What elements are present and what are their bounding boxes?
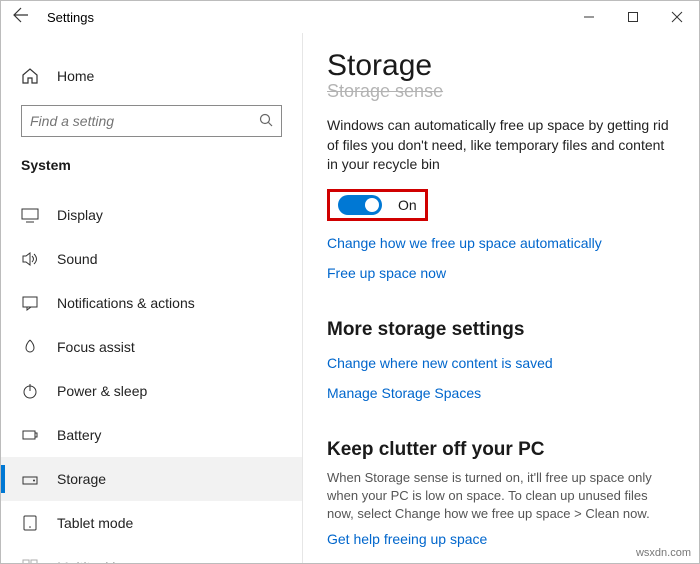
link-get-help-freeing[interactable]: Get help freeing up space	[327, 531, 487, 547]
heading-keep-clutter-off: Keep clutter off your PC	[327, 439, 675, 461]
sidebar-item-label: Focus assist	[57, 339, 135, 355]
tablet-icon	[21, 514, 39, 532]
storage-sense-description: Windows can automatically free up space …	[327, 116, 675, 175]
annotation-highlight-box: On	[327, 189, 428, 221]
sidebar-home-label: Home	[57, 68, 94, 84]
link-free-up-now[interactable]: Free up space now	[327, 265, 446, 281]
sidebar-home[interactable]: Home	[1, 57, 302, 95]
sound-icon	[21, 250, 39, 268]
battery-icon	[21, 426, 39, 444]
heading-more-storage: More storage settings	[327, 319, 675, 341]
sidebar-item-label: Notifications & actions	[57, 295, 195, 311]
sidebar-item-label: Power & sleep	[57, 383, 147, 399]
sidebar-item-notifications[interactable]: Notifications & actions	[1, 281, 302, 325]
sidebar-item-multitasking[interactable]: Multitasking	[1, 545, 302, 563]
search-field[interactable]	[30, 113, 259, 129]
search-wrap	[21, 105, 282, 137]
link-change-save-location[interactable]: Change where new content is saved	[327, 355, 553, 371]
section-heading-storage-sense: Storage sense	[327, 81, 675, 102]
notifications-icon	[21, 294, 39, 312]
storage-sense-toggle[interactable]	[338, 195, 382, 215]
sidebar-item-label: Sound	[57, 251, 97, 267]
search-input[interactable]	[21, 105, 282, 137]
maximize-button[interactable]	[611, 1, 655, 33]
sidebar-item-tablet-mode[interactable]: Tablet mode	[1, 501, 302, 545]
sidebar-item-power-sleep[interactable]: Power & sleep	[1, 369, 302, 413]
search-icon	[259, 113, 273, 130]
sidebar-list: Display Sound Notifications & actions Fo…	[1, 193, 302, 563]
power-icon	[21, 382, 39, 400]
minimize-button[interactable]	[567, 1, 611, 33]
clutter-description: When Storage sense is turned on, it'll f…	[327, 469, 675, 524]
page-title: Storage	[327, 49, 675, 83]
sidebar-item-sound[interactable]: Sound	[1, 237, 302, 281]
sidebar-item-label: Multitasking	[57, 559, 131, 563]
sidebar-item-label: Storage	[57, 471, 106, 487]
link-change-auto-free[interactable]: Change how we free up space automaticall…	[327, 235, 602, 251]
sidebar-item-focus-assist[interactable]: Focus assist	[1, 325, 302, 369]
watermark: wsxdn.com	[636, 547, 691, 559]
sidebar-category: System	[1, 151, 302, 193]
storage-icon	[21, 470, 39, 488]
back-button[interactable]	[1, 7, 41, 28]
focus-assist-icon	[21, 338, 39, 356]
content: Storage Storage sense Windows can automa…	[303, 33, 699, 563]
close-button[interactable]	[655, 1, 699, 33]
window-title: Settings	[41, 10, 94, 25]
sidebar-item-label: Display	[57, 207, 103, 223]
sidebar: Home System Display Sound Notificat	[1, 33, 303, 563]
home-icon	[21, 67, 39, 85]
sidebar-item-battery[interactable]: Battery	[1, 413, 302, 457]
sidebar-item-storage[interactable]: Storage	[1, 457, 302, 501]
link-manage-storage-spaces[interactable]: Manage Storage Spaces	[327, 385, 481, 401]
sidebar-item-label: Tablet mode	[57, 515, 133, 531]
display-icon	[21, 206, 39, 224]
sidebar-item-display[interactable]: Display	[1, 193, 302, 237]
toggle-state-label: On	[398, 197, 417, 213]
multitasking-icon	[21, 558, 39, 563]
sidebar-item-label: Battery	[57, 427, 101, 443]
